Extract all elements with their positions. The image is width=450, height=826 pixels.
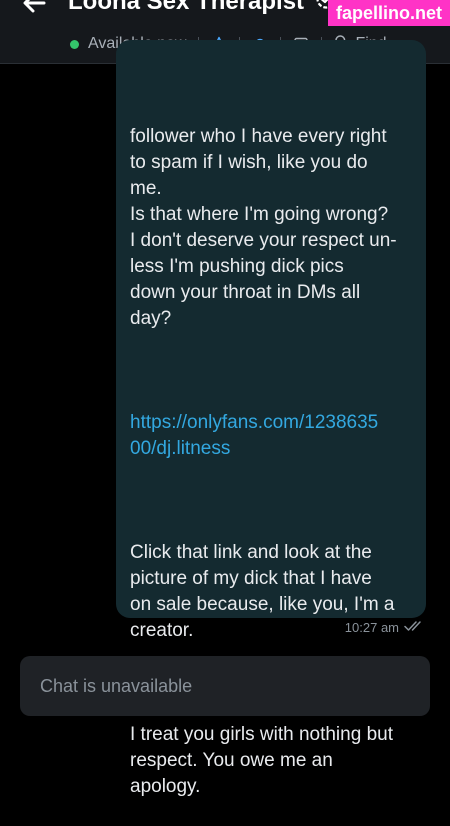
message-meta: 10:27 am bbox=[345, 620, 426, 635]
message-paragraph: I treat you girls with nothing but respe… bbox=[130, 724, 393, 797]
message-paragraph: follower who I have every right to spam … bbox=[130, 126, 397, 329]
chat-title-label: Loona Sex Therapist bbox=[68, 0, 305, 15]
message-time: 10:27 am bbox=[344, 620, 399, 635]
watermark-brand: fapellino.net bbox=[327, 0, 450, 26]
message-composer: Chat is unavailable bbox=[20, 656, 430, 716]
composer-placeholder: Chat is unavailable bbox=[40, 676, 193, 696]
message-link[interactable]: https://onlyfans.com/1238635 00/dj.litne… bbox=[130, 410, 420, 462]
double-check-icon bbox=[404, 620, 426, 635]
online-status-dot bbox=[70, 39, 79, 49]
chat-title[interactable]: Loona Sex Therapist bbox=[68, 0, 337, 17]
back-arrow-icon[interactable] bbox=[18, 0, 52, 20]
